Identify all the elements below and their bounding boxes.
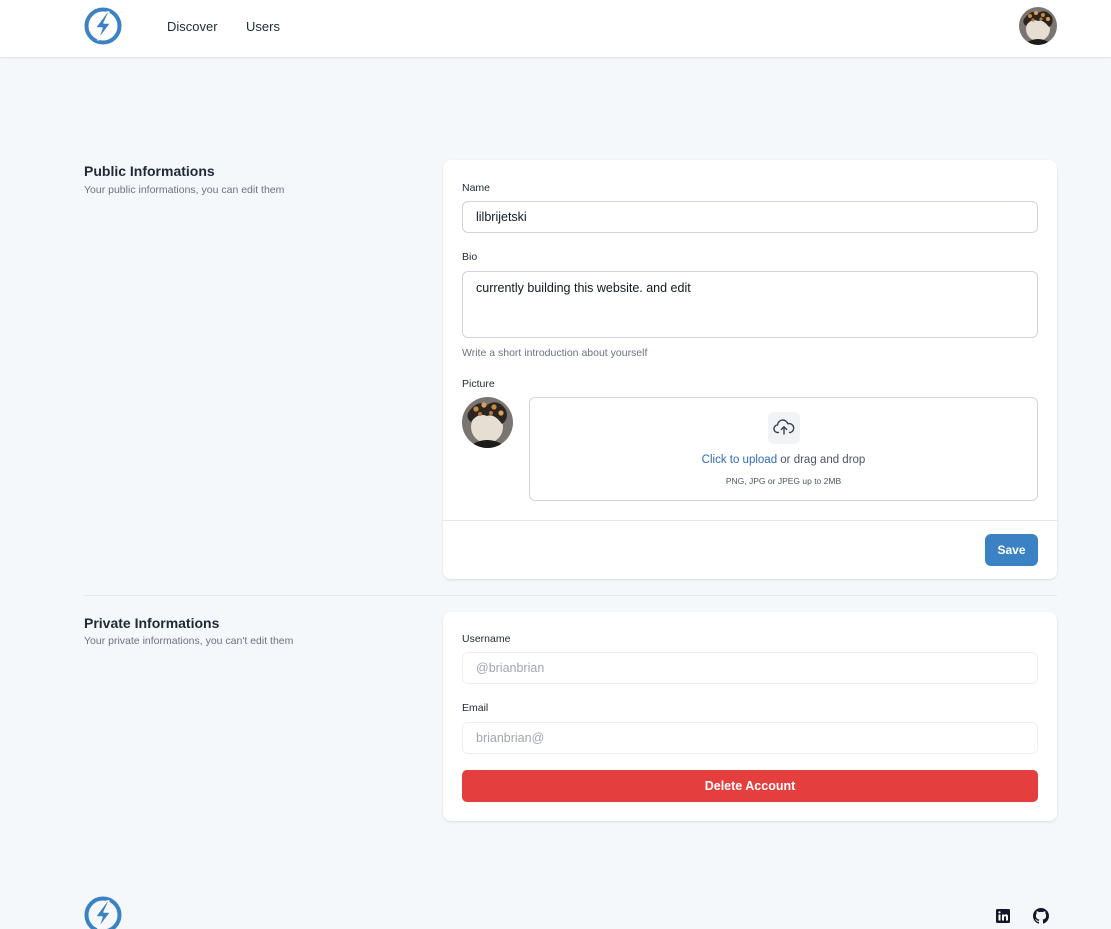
name-label: Name: [462, 182, 491, 194]
upload-file-note: PNG, JPG or JPEG up to 2MB: [725, 476, 842, 486]
cloud-upload-icon: [773, 419, 795, 435]
upload-icon-box: [768, 412, 800, 444]
username-label: Username: [462, 633, 511, 645]
public-section-subtitle: Your public informations, you can edit t…: [84, 184, 285, 196]
save-button[interactable]: Save: [985, 534, 1038, 566]
bio-hint: Write a short introduction about yoursel…: [462, 347, 648, 359]
github-icon[interactable]: [1033, 908, 1049, 924]
user-avatar[interactable]: [1019, 7, 1057, 45]
bio-textarea[interactable]: currently building this website. and edi…: [462, 271, 1038, 338]
public-section-title: Public Informations: [84, 163, 215, 179]
footer-logo-icon[interactable]: [83, 895, 123, 929]
bio-label: Bio: [462, 251, 478, 263]
public-info-card: Name lilbrijetski Bio currently building…: [443, 160, 1057, 579]
top-navbar: Discover Users: [0, 0, 1111, 58]
email-input: brianbrian@: [462, 722, 1038, 754]
name-input[interactable]: lilbrijetski: [462, 201, 1038, 233]
picture-label: Picture: [462, 378, 495, 390]
linkedin-icon[interactable]: [995, 908, 1011, 924]
nav-users[interactable]: Users: [246, 19, 280, 34]
upload-instructions: Click to upload or drag and drop: [530, 454, 1037, 466]
username-input: @brianbrian: [462, 652, 1038, 684]
logo-icon[interactable]: [83, 6, 123, 46]
private-info-card: Username @brianbrian Email brianbrian@ D…: [443, 612, 1057, 821]
upload-dropzone[interactable]: Click to upload or drag and drop PNG, JP…: [529, 397, 1038, 501]
nav-discover[interactable]: Discover: [167, 19, 218, 34]
card-divider: [443, 520, 1057, 521]
click-to-upload-link[interactable]: Click to upload: [702, 454, 777, 466]
private-section-subtitle: Your private informations, you can't edi…: [84, 635, 294, 647]
delete-account-button[interactable]: Delete Account: [462, 770, 1038, 802]
section-divider: [84, 595, 1057, 596]
private-section-title: Private Informations: [84, 615, 220, 631]
email-label: Email: [462, 702, 489, 714]
upload-drag-text: or drag and drop: [777, 454, 866, 466]
profile-picture: [462, 397, 513, 448]
